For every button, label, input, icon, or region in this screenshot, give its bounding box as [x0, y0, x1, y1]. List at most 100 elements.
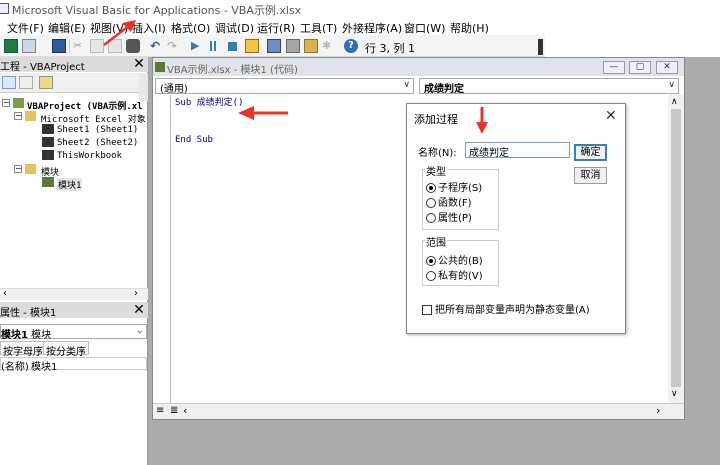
object-combo[interactable]: (通用) ∨	[155, 78, 414, 95]
radio-private[interactable]: 私有的(V)	[426, 267, 483, 282]
toolbox-icon[interactable]: ✱	[322, 39, 336, 53]
restore-button[interactable]: ▢	[629, 61, 651, 74]
vbaproject-icon	[13, 98, 24, 108]
project-explorer-header: 工程 - VBAProject ✕	[0, 57, 148, 73]
cancel-button[interactable]: 取消	[574, 167, 607, 184]
procedure-combo[interactable]: 成绩判定 ∨	[419, 78, 679, 95]
view-object-icon[interactable]	[19, 76, 33, 89]
cut-icon[interactable]: ✂	[73, 39, 87, 53]
name-label: 名称(N):	[418, 148, 457, 159]
scroll-down-icon[interactable]: ∨	[671, 389, 678, 399]
ok-button[interactable]: 确定	[574, 144, 607, 161]
excel-icon[interactable]	[4, 39, 18, 53]
collapse-icon[interactable]: −	[2, 99, 10, 107]
tree-item-thisworkbook[interactable]: ThisWorkbook	[57, 151, 122, 161]
radio-icon	[426, 271, 436, 281]
run-icon[interactable]: ▶	[191, 39, 205, 53]
radio-property[interactable]: 属性(P)	[426, 209, 472, 224]
radio-public[interactable]: 公共的(B)	[426, 252, 483, 267]
static-checkbox[interactable]: 把所有局部变量声明为静态变量(A)	[422, 301, 590, 316]
object-type: 模块	[31, 330, 52, 341]
procedure-combo-value: 成绩判定	[424, 84, 464, 95]
annotation-arrow-code	[238, 106, 288, 120]
scroll-left-icon[interactable]: ‹	[3, 288, 7, 299]
dialog-title: 添加过程	[414, 113, 458, 126]
window-title: Microsoft Visual Basic for Applications …	[12, 4, 302, 17]
toolbar-grip[interactable]	[538, 39, 543, 55]
type-group-label: 类型	[425, 163, 447, 178]
annotation-arrow-insert	[103, 20, 136, 46]
radio-sub[interactable]: 子程序(S)	[426, 179, 482, 194]
tree-item-excel-objects[interactable]: Microsoft Excel 对象	[41, 112, 146, 125]
toolbar-empty-area	[545, 35, 720, 57]
menu-run[interactable]: 运行(R)	[257, 20, 295, 36]
project-scrollbar[interactable]	[139, 73, 148, 101]
add-procedure-dialog: 添加过程 ✕ 名称(N): 成绩判定 确定 取消 类型 子程序(S) 函数(F)…	[406, 103, 626, 334]
radio-icon	[426, 198, 436, 208]
properties-header: 属性 - 模块1 ✕	[0, 302, 148, 319]
code-margin[interactable]	[153, 95, 171, 403]
scroll-right-icon[interactable]: ›	[134, 288, 138, 299]
name-input[interactable]: 成绩判定	[465, 142, 570, 159]
menu-file[interactable]: 文件(F)	[7, 20, 44, 36]
menu-help[interactable]: 帮助(H)	[450, 20, 489, 36]
design-mode-icon[interactable]	[245, 39, 259, 53]
close-icon[interactable]: ✕	[605, 108, 617, 124]
redo-icon[interactable]: ↷	[167, 39, 181, 53]
sheet-icon	[42, 124, 54, 134]
procedure-view-icon[interactable]: ≡	[156, 405, 164, 416]
radio-icon	[426, 213, 436, 223]
project-hscrollbar[interactable]: ‹ ›	[0, 288, 148, 300]
radio-function[interactable]: 函数(F)	[426, 194, 472, 209]
close-icon[interactable]: ✕	[132, 303, 146, 317]
close-button[interactable]: ✕	[656, 61, 678, 74]
break-icon[interactable]	[210, 41, 216, 51]
save-icon[interactable]	[52, 39, 66, 53]
menu-tools[interactable]: 工具(T)	[300, 20, 337, 36]
scope-group-label: 范围	[425, 234, 447, 249]
tab-alphabetic[interactable]: 按字母序	[0, 341, 46, 358]
workbook-icon	[42, 150, 54, 160]
undo-icon[interactable]: ↶	[150, 39, 164, 53]
tree-item-sheet1[interactable]: Sheet1 (Sheet1)	[57, 125, 138, 135]
properties-window: 属性 - 模块1 ✕ 模块1 模块 ⌄ 按字母序 按分类序 (名称) 模块1	[0, 300, 148, 465]
code-line[interactable]: End Sub	[175, 135, 213, 145]
property-row[interactable]: (名称) 模块1	[0, 357, 147, 373]
project-explorer-icon[interactable]	[267, 39, 281, 53]
folder-icon	[25, 164, 36, 174]
project-explorer-toolbar	[0, 73, 148, 93]
view-code-icon[interactable]	[2, 76, 16, 89]
sheet-icon	[42, 137, 54, 147]
code-vscrollbar[interactable]: ∧ ∨	[668, 95, 684, 403]
collapse-icon[interactable]: −	[14, 165, 22, 173]
code-hscrollbar[interactable]: ≡ ≣ ‹ ›	[153, 403, 684, 419]
help-icon[interactable]: ?	[344, 39, 358, 53]
tree-item-module1[interactable]: 模块1	[57, 178, 83, 191]
radio-selected-icon	[426, 183, 436, 193]
chevron-down-icon: ∨	[668, 80, 675, 90]
menu-debug[interactable]: 调试(D)	[215, 20, 254, 36]
scroll-left-icon[interactable]: ‹	[183, 404, 187, 417]
full-module-view-icon[interactable]: ≣	[170, 405, 178, 416]
object-select[interactable]: 模块1 模块 ⌄	[0, 324, 147, 341]
tree-item-vbaproject[interactable]: VBAProject (VBA示例.xl	[27, 99, 143, 112]
code-line[interactable]: Sub 成绩判定()	[175, 95, 244, 108]
toggle-folders-icon[interactable]	[39, 76, 53, 89]
menu-edit[interactable]: 编辑(E)	[48, 20, 86, 36]
reset-icon[interactable]	[228, 42, 237, 51]
close-icon[interactable]: ✕	[132, 57, 146, 71]
minimize-button[interactable]: —	[603, 61, 625, 74]
menu-addins[interactable]: 外接程序(A)	[342, 20, 402, 36]
scroll-right-icon[interactable]: ›	[656, 404, 660, 417]
scroll-up-icon[interactable]: ∧	[671, 97, 678, 107]
tree-item-sheet2[interactable]: Sheet2 (Sheet2)	[57, 138, 138, 148]
menu-window[interactable]: 窗口(W)	[404, 20, 445, 36]
scroll-thumb[interactable]	[671, 109, 681, 387]
tab-categorized[interactable]: 按分类序	[43, 341, 89, 358]
object-browser-icon[interactable]	[304, 39, 318, 53]
insert-userform-icon[interactable]	[22, 39, 36, 53]
menu-format[interactable]: 格式(O)	[171, 20, 210, 36]
code-window-titlebar: VBA示例.xlsx - 模块1 (代码) — ▢ ✕	[153, 58, 684, 76]
collapse-icon[interactable]: −	[14, 112, 22, 120]
properties-window-icon[interactable]	[286, 39, 300, 53]
